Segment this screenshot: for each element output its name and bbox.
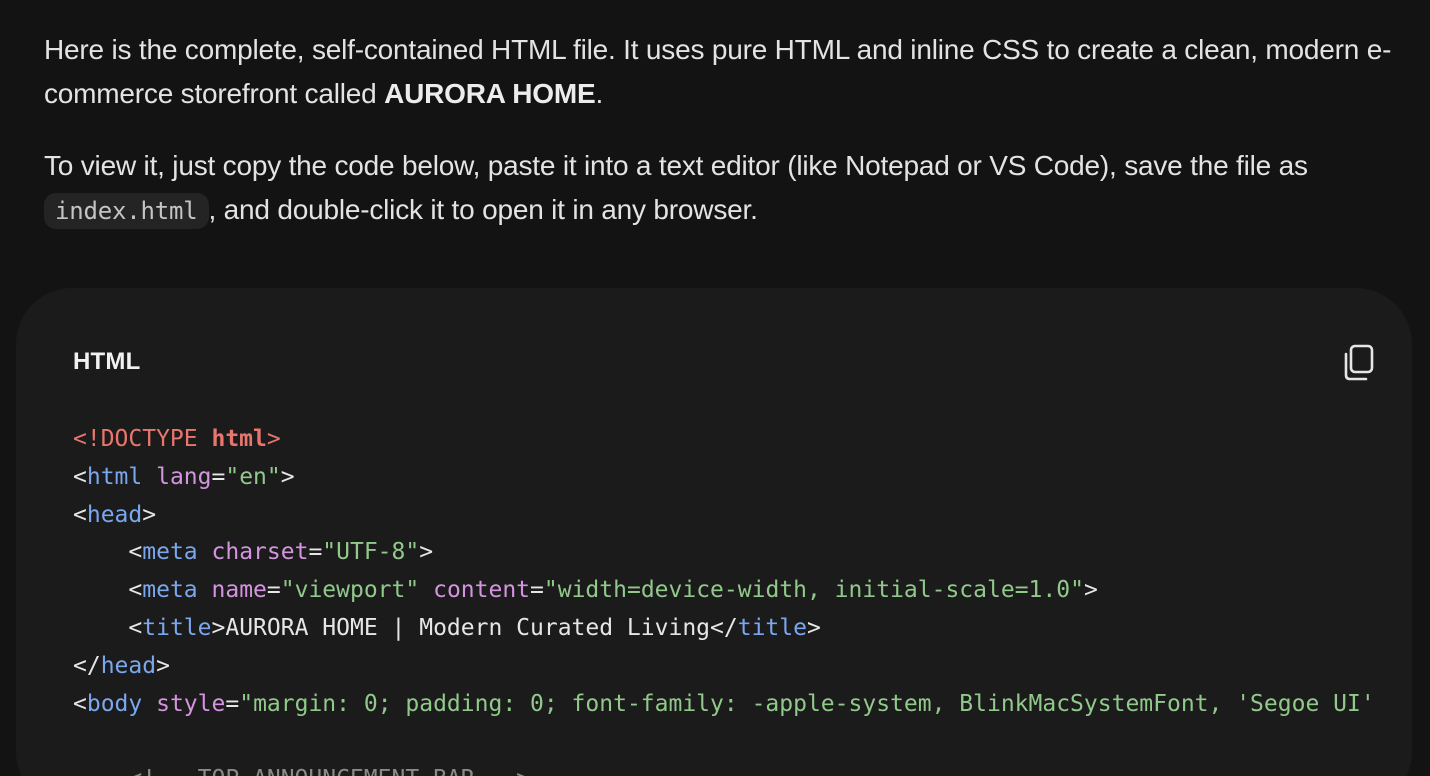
code-token: style <box>156 690 226 717</box>
intro-text-end: . <box>595 78 604 109</box>
code-line: <meta charset="UTF-8"> <box>73 534 1375 572</box>
code-token: "viewport" <box>280 577 420 604</box>
code-token: < <box>128 539 143 566</box>
code-token: > <box>280 463 295 490</box>
code-token: = <box>266 577 281 604</box>
code-token: > <box>266 426 281 452</box>
code-line: </head> <box>73 648 1375 686</box>
code-token: AURORA HOME | Modern Curated Living <box>225 614 711 641</box>
copy-icon <box>1344 344 1374 381</box>
code-token: <!-- TOP ANNOUNCEMENT BAR --> <box>128 766 530 776</box>
code-token: > <box>419 539 434 566</box>
code-token: = <box>308 539 323 566</box>
code-language-label: HTML <box>73 348 141 375</box>
code-token: = <box>211 463 226 490</box>
copy-code-button[interactable] <box>1342 344 1376 382</box>
code-line: <!DOCTYPE html> <box>73 421 1375 459</box>
intro-text: Here is the complete, self-contained HTM… <box>44 34 1392 109</box>
code-token: head <box>86 501 143 528</box>
code-token: "en" <box>225 463 281 490</box>
code-token: html <box>86 463 143 490</box>
code-token: meta <box>142 539 198 566</box>
code-token: content <box>433 577 531 604</box>
code-line: <html lang="en"> <box>73 459 1375 497</box>
instructions-text-end: , and double-click it to open it in any … <box>208 194 758 225</box>
code-token: > <box>211 614 226 641</box>
code-token: </ <box>73 652 101 679</box>
code-token: = <box>225 690 240 717</box>
code-token: meta <box>142 577 198 604</box>
code-token: "width=device-width, initial-scale=1.0" <box>543 577 1084 604</box>
code-token: <!DOCTYPE <box>73 426 212 452</box>
code-token: body <box>86 690 143 717</box>
code-token: head <box>100 652 157 679</box>
code-token: </ <box>710 614 738 641</box>
code-token: < <box>73 690 87 717</box>
code-content: <!DOCTYPE html> <html lang="en"> <head> <m… <box>73 421 1375 776</box>
code-line: <title>AURORA HOME | Modern Curated Livi… <box>73 610 1375 648</box>
code-token: > <box>142 501 157 528</box>
code-token: title <box>737 614 807 641</box>
code-line: <head> <box>73 497 1375 535</box>
code-line: <body style="margin: 0; padding: 0; font… <box>73 686 1375 724</box>
instructions-paragraph: To view it, just copy the code below, pa… <box>44 144 1404 233</box>
code-token: lang <box>156 463 212 490</box>
code-token: < <box>128 577 143 604</box>
code-token: < <box>73 463 87 490</box>
intro-paragraph: Here is the complete, self-contained HTM… <box>44 28 1404 116</box>
code-token: < <box>128 614 143 641</box>
code-block: HTML <!DOCTYPE html> <html lang="en"> <hea… <box>16 288 1412 776</box>
code-token: "margin: 0; padding: 0; font-family: -ap… <box>239 690 1375 717</box>
code-token: < <box>73 501 87 528</box>
code-token: name <box>211 577 267 604</box>
code-token: > <box>806 614 821 641</box>
code-token: html <box>211 426 267 452</box>
inline-code-filename: index.html <box>44 193 209 229</box>
code-token: title <box>142 614 212 641</box>
code-token: = <box>530 577 544 604</box>
code-token: > <box>1083 577 1098 604</box>
code-token: charset <box>211 539 309 566</box>
code-token: > <box>156 652 170 679</box>
instructions-text: To view it, just copy the code below, pa… <box>44 150 1308 181</box>
code-line: <meta name="viewport" content="width=dev… <box>73 572 1375 610</box>
brand-name: AURORA HOME <box>384 78 596 109</box>
code-token: "UTF-8" <box>322 539 420 566</box>
code-line: <!-- TOP ANNOUNCEMENT BAR --> <box>73 761 1375 776</box>
